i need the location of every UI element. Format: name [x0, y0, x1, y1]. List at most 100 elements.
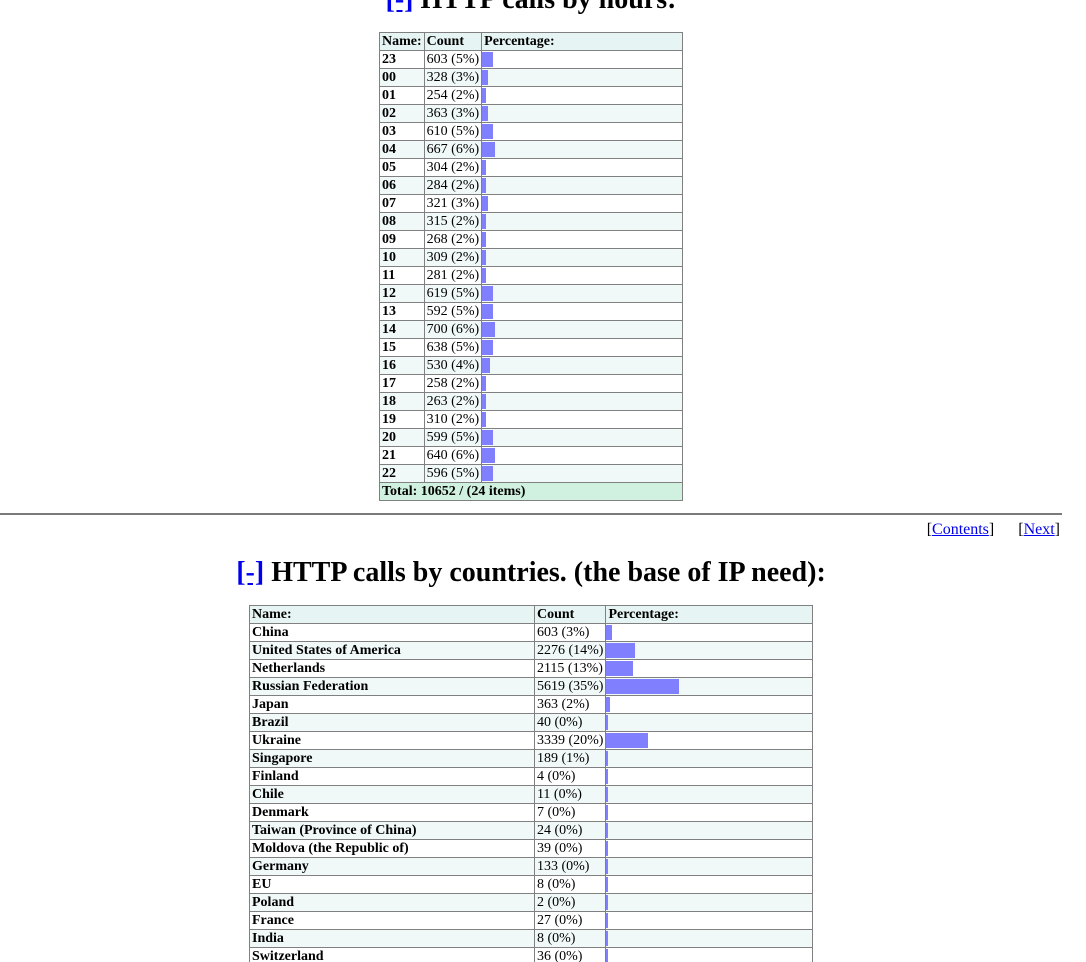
percentage-bar	[482, 232, 486, 247]
total-row: Total: 10652 / (24 items)	[380, 483, 683, 501]
name-cell: Chile	[250, 786, 535, 804]
name-cell: 08	[380, 213, 425, 231]
count-cell: 610 (5%)	[424, 123, 482, 141]
name-cell: Japan	[250, 696, 535, 714]
count-cell: 2276 (14%)	[534, 642, 606, 660]
bracket-close: ]	[1055, 521, 1060, 538]
percentage-bar	[606, 913, 608, 928]
name-cell: 06	[380, 177, 425, 195]
collapse-toggle-hours[interactable]: [-]	[386, 0, 414, 15]
percentage-bar	[606, 949, 608, 962]
percentage-cell	[482, 393, 683, 411]
table-row: 14700 (6%)	[380, 321, 683, 339]
percentage-bar	[482, 268, 486, 283]
name-cell: 09	[380, 231, 425, 249]
percentage-cell	[606, 948, 813, 962]
percentage-bar	[606, 877, 608, 892]
percentage-cell	[606, 642, 813, 660]
percentage-cell	[606, 732, 813, 750]
percentage-bar	[606, 751, 608, 766]
name-cell: Taiwan (Province of China)	[250, 822, 535, 840]
percentage-cell	[482, 249, 683, 267]
section-title-countries: [-] HTTP calls by countries. (the base o…	[0, 557, 1062, 589]
name-cell: 04	[380, 141, 425, 159]
count-cell: 363 (2%)	[534, 696, 606, 714]
name-cell: 16	[380, 357, 425, 375]
percentage-bar	[482, 340, 493, 355]
percentage-cell	[606, 822, 813, 840]
count-cell: 596 (5%)	[424, 465, 482, 483]
percentage-bar	[482, 88, 486, 103]
percentage-bar	[482, 358, 490, 373]
percentage-bar	[482, 214, 486, 229]
name-cell: 14	[380, 321, 425, 339]
section-divider	[0, 513, 1062, 515]
percentage-cell	[606, 894, 813, 912]
percentage-bar	[606, 841, 608, 856]
percentage-bar	[606, 895, 608, 910]
percentage-cell	[482, 375, 683, 393]
count-cell: 2 (0%)	[534, 894, 606, 912]
count-cell: 3339 (20%)	[534, 732, 606, 750]
table-header-row: Name: Count Percentage:	[250, 606, 813, 624]
page-viewport[interactable]: [-] HTTP calls by hours: Name: Count Per…	[0, 0, 1072, 962]
percentage-bar	[606, 769, 608, 784]
count-cell: 8 (0%)	[534, 876, 606, 894]
percentage-bar	[482, 106, 488, 121]
table-row: 12619 (5%)	[380, 285, 683, 303]
percentage-cell	[482, 303, 683, 321]
percentage-cell	[482, 141, 683, 159]
count-cell: 309 (2%)	[424, 249, 482, 267]
table-row: 18263 (2%)	[380, 393, 683, 411]
table-row: Taiwan (Province of China)24 (0%)	[250, 822, 813, 840]
next-link[interactable]: Next	[1024, 521, 1055, 538]
table-row: Finland4 (0%)	[250, 768, 813, 786]
count-cell: 2115 (13%)	[534, 660, 606, 678]
percentage-bar	[606, 643, 635, 658]
name-cell: Poland	[250, 894, 535, 912]
percentage-bar	[606, 805, 608, 820]
percentage-cell	[482, 213, 683, 231]
count-cell: 310 (2%)	[424, 411, 482, 429]
percentage-cell	[482, 123, 683, 141]
table-row: 16530 (4%)	[380, 357, 683, 375]
percentage-cell	[482, 195, 683, 213]
table-row: Moldova (the Republic of)39 (0%)	[250, 840, 813, 858]
table-header-row: Name: Count Percentage:	[380, 33, 683, 51]
percentage-bar	[606, 733, 648, 748]
percentage-cell	[482, 465, 683, 483]
count-cell: 24 (0%)	[534, 822, 606, 840]
name-cell: 23	[380, 51, 425, 69]
contents-link[interactable]: Contents	[932, 521, 989, 538]
collapse-toggle-countries[interactable]: [-]	[236, 557, 264, 588]
table-row: Russian Federation5619 (35%)	[250, 678, 813, 696]
name-cell: Switzerland	[250, 948, 535, 962]
name-cell: 15	[380, 339, 425, 357]
count-cell: 5619 (35%)	[534, 678, 606, 696]
table-row: 15638 (5%)	[380, 339, 683, 357]
percentage-cell	[482, 177, 683, 195]
percentage-bar	[606, 931, 608, 946]
percentage-bar	[482, 142, 495, 157]
percentage-bar	[482, 394, 486, 409]
count-cell: 4 (0%)	[534, 768, 606, 786]
table-row: 01254 (2%)	[380, 87, 683, 105]
percentage-cell	[606, 768, 813, 786]
name-cell: Denmark	[250, 804, 535, 822]
table-row: Ukraine3339 (20%)	[250, 732, 813, 750]
count-cell: 530 (4%)	[424, 357, 482, 375]
table-row: Switzerland36 (0%)	[250, 948, 813, 962]
percentage-cell	[606, 876, 813, 894]
percentage-cell	[606, 786, 813, 804]
table-row: 22596 (5%)	[380, 465, 683, 483]
percentage-bar	[482, 286, 493, 301]
name-cell: 20	[380, 429, 425, 447]
count-cell: 39 (0%)	[534, 840, 606, 858]
table-row: Netherlands2115 (13%)	[250, 660, 813, 678]
percentage-cell	[482, 159, 683, 177]
percentage-bar	[482, 52, 493, 67]
percentage-cell	[606, 624, 813, 642]
percentage-bar	[482, 466, 493, 481]
percentage-cell	[606, 804, 813, 822]
count-cell: 258 (2%)	[424, 375, 482, 393]
